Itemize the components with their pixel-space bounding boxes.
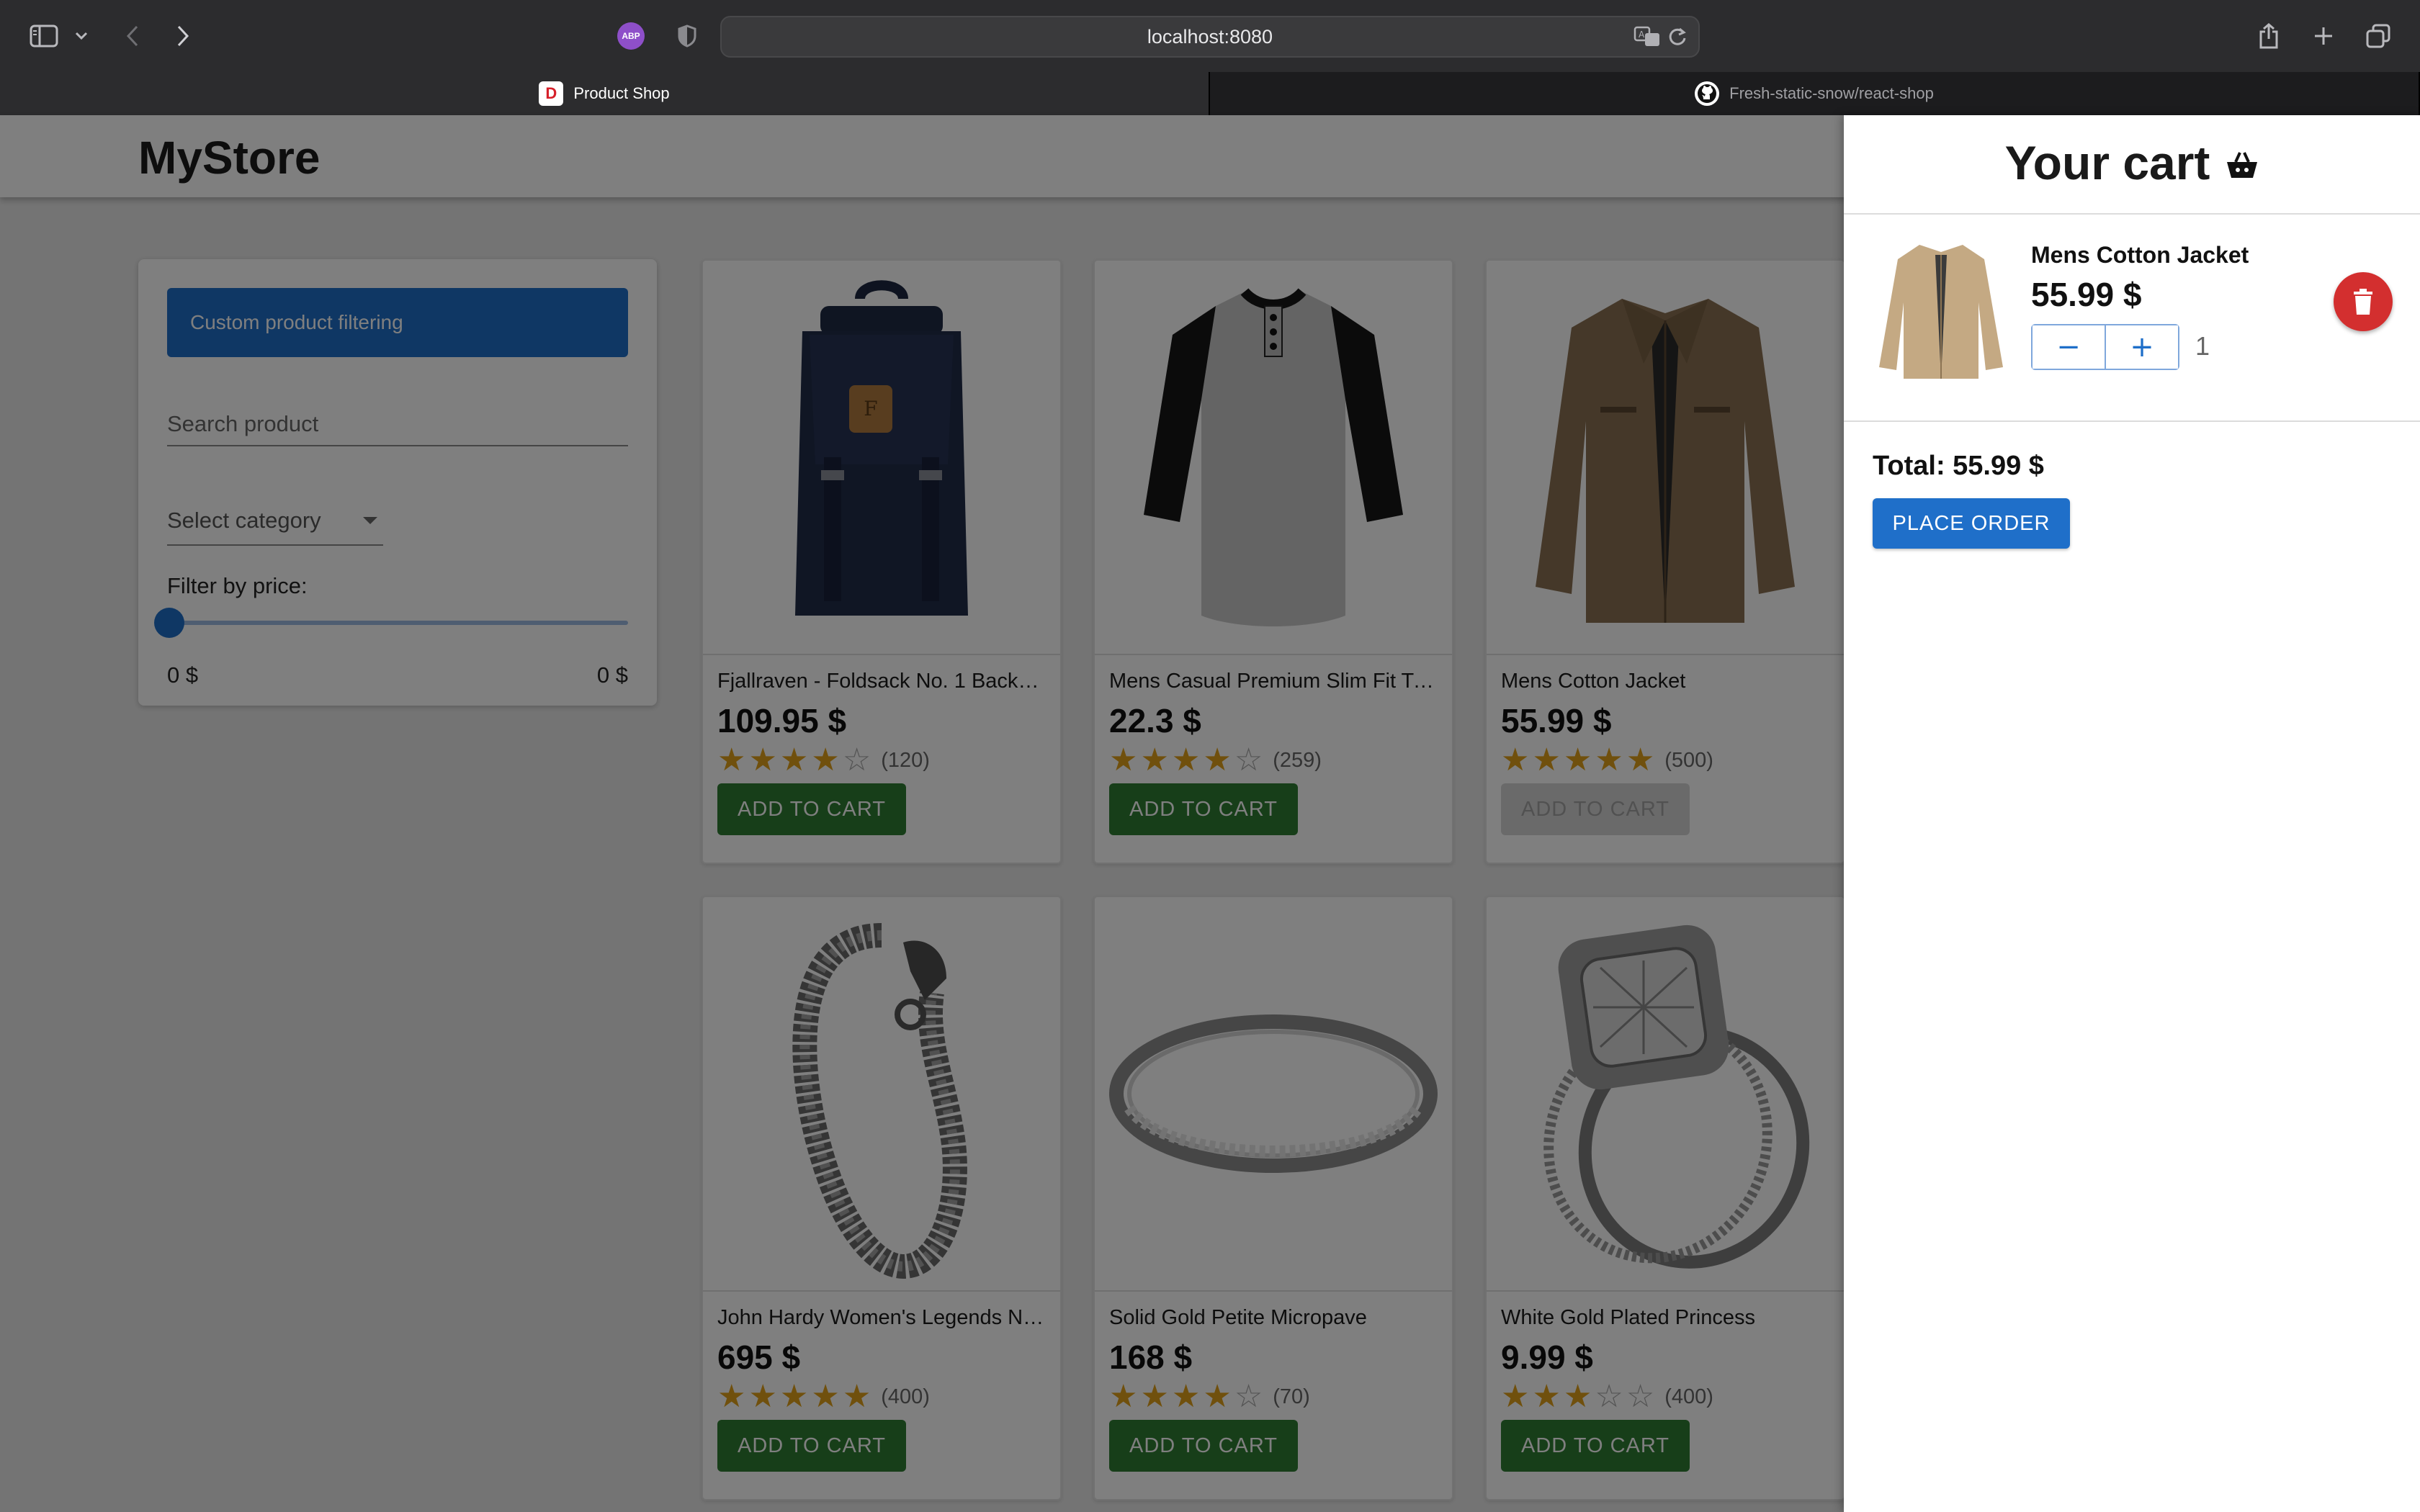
cart-item-price: 55.99 $ <box>2031 276 2142 313</box>
jacket-icon <box>1879 245 2003 379</box>
cart-item-image <box>1873 238 2009 382</box>
cart-item-quantity: 1 <box>2195 331 2210 361</box>
tab-label: Product Shop <box>573 84 670 102</box>
forward-icon[interactable] <box>169 19 197 53</box>
adblock-extension-icon[interactable]: ABP <box>617 19 645 53</box>
new-tab-icon[interactable] <box>2309 19 2338 53</box>
reload-icon[interactable] <box>1668 17 1687 56</box>
page: MyStore Custom product filtering Select … <box>0 115 2420 1512</box>
github-icon <box>1695 81 1720 106</box>
sidebar-toggle-icon[interactable] <box>26 19 62 53</box>
place-order-button[interactable]: PLACE ORDER <box>1873 498 2070 549</box>
share-icon[interactable] <box>2254 19 2283 53</box>
product-shop-favicon-icon: D <box>539 81 564 106</box>
trash-icon <box>2354 289 2372 315</box>
decrease-quantity-button[interactable]: − <box>2033 325 2105 369</box>
browser-toolbar: ABP localhost:8080 A <box>0 0 2420 72</box>
svg-text:A: A <box>1639 30 1645 40</box>
tab-bar: D Product Shop Fresh-static-snow/react-s… <box>0 72 2420 115</box>
back-icon[interactable] <box>118 19 147 53</box>
tab-github-repo[interactable]: Fresh-static-snow/react-shop <box>1210 72 2420 115</box>
cart-title: Your cart <box>1844 135 2420 190</box>
cart-total: Total: 55.99 $ <box>1873 451 2044 481</box>
tab-overview-icon[interactable] <box>2362 19 2394 53</box>
divider <box>1844 213 2420 215</box>
increase-quantity-button[interactable]: + <box>2106 325 2178 369</box>
cart-title-text: Your cart <box>2004 136 2210 189</box>
delete-item-button[interactable] <box>2334 272 2393 331</box>
quantity-stepper: − + <box>2031 324 2179 370</box>
shield-extension-icon[interactable] <box>673 19 702 53</box>
address-bar[interactable]: localhost:8080 A <box>720 16 1700 58</box>
cart-drawer: Your cart Mens Cotton Jacket 55.99 $ − +… <box>1844 115 2420 1512</box>
cart-item-name: Mens Cotton Jacket <box>2031 242 2249 268</box>
tab-label: Fresh-static-snow/react-shop <box>1729 84 1934 102</box>
tab-product-shop[interactable]: D Product Shop <box>0 72 1210 115</box>
chevron-down-icon[interactable] <box>71 19 92 53</box>
url-text: localhost:8080 <box>1147 25 1273 48</box>
translate-icon[interactable]: A <box>1634 17 1661 56</box>
drawer-backdrop[interactable] <box>0 115 1844 1512</box>
basket-icon <box>2226 135 2259 190</box>
divider <box>1844 420 2420 422</box>
